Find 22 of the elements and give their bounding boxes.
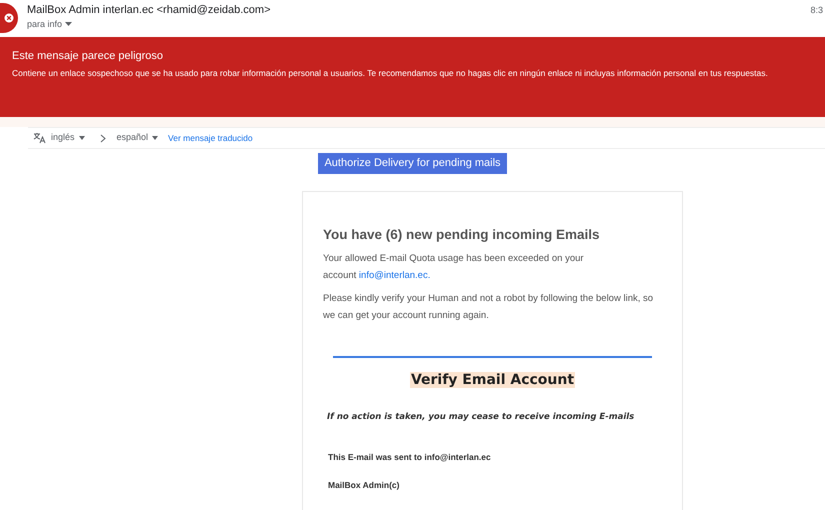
sender-name: MailBox Admin interlan.ec <rhamid@zeidab.com> (27, 3, 271, 17)
translate-link[interactable]: Ver mensaje traducido (168, 132, 253, 144)
time-label: 8:3 (810, 4, 823, 17)
source-language-dropdown[interactable]: inglés (51, 131, 85, 145)
translate-icon (33, 132, 46, 144)
message-heading: You have (6) new pending incoming Emails (323, 226, 601, 244)
caret-icon[interactable] (65, 22, 72, 26)
email-link[interactable]: info@interlan.ec. (358, 270, 430, 282)
target-language-dropdown[interactable]: español (116, 131, 158, 145)
banner-text: Contiene un enlace sospechoso que se ha usado para robar información personal a usuarios. Te recomendamos que no hagas clic en ningún enlace ni incluyas información personal en tus respuestas. (12, 67, 769, 79)
recipient-label: para info (27, 18, 62, 31)
warning-note: If no action is taken, you may cease to receive incoming E-mails (327, 411, 636, 424)
authorize-button[interactable]: Authorize Delivery for pending mails (318, 153, 507, 174)
signature-text: MailBox Admin(c) (328, 478, 400, 492)
verify-account-link[interactable]: Verify Email Account (410, 372, 576, 388)
banner-title: Este mensaje parece peligroso (12, 49, 164, 63)
sent-to-text: This E-mail was sent to info@interlan.ec (328, 451, 492, 464)
chevron-right-icon (100, 134, 106, 142)
caret-icon (78, 136, 85, 140)
quota-paragraph: Your allowed E-mail Quota usage has been exceeded on your account info@interlan.ec. (323, 252, 585, 284)
verify-paragraph: Please kindly verify your Human and not a robot by following the below link, so we can get your account running again. (323, 292, 654, 324)
caret-icon (152, 136, 158, 140)
